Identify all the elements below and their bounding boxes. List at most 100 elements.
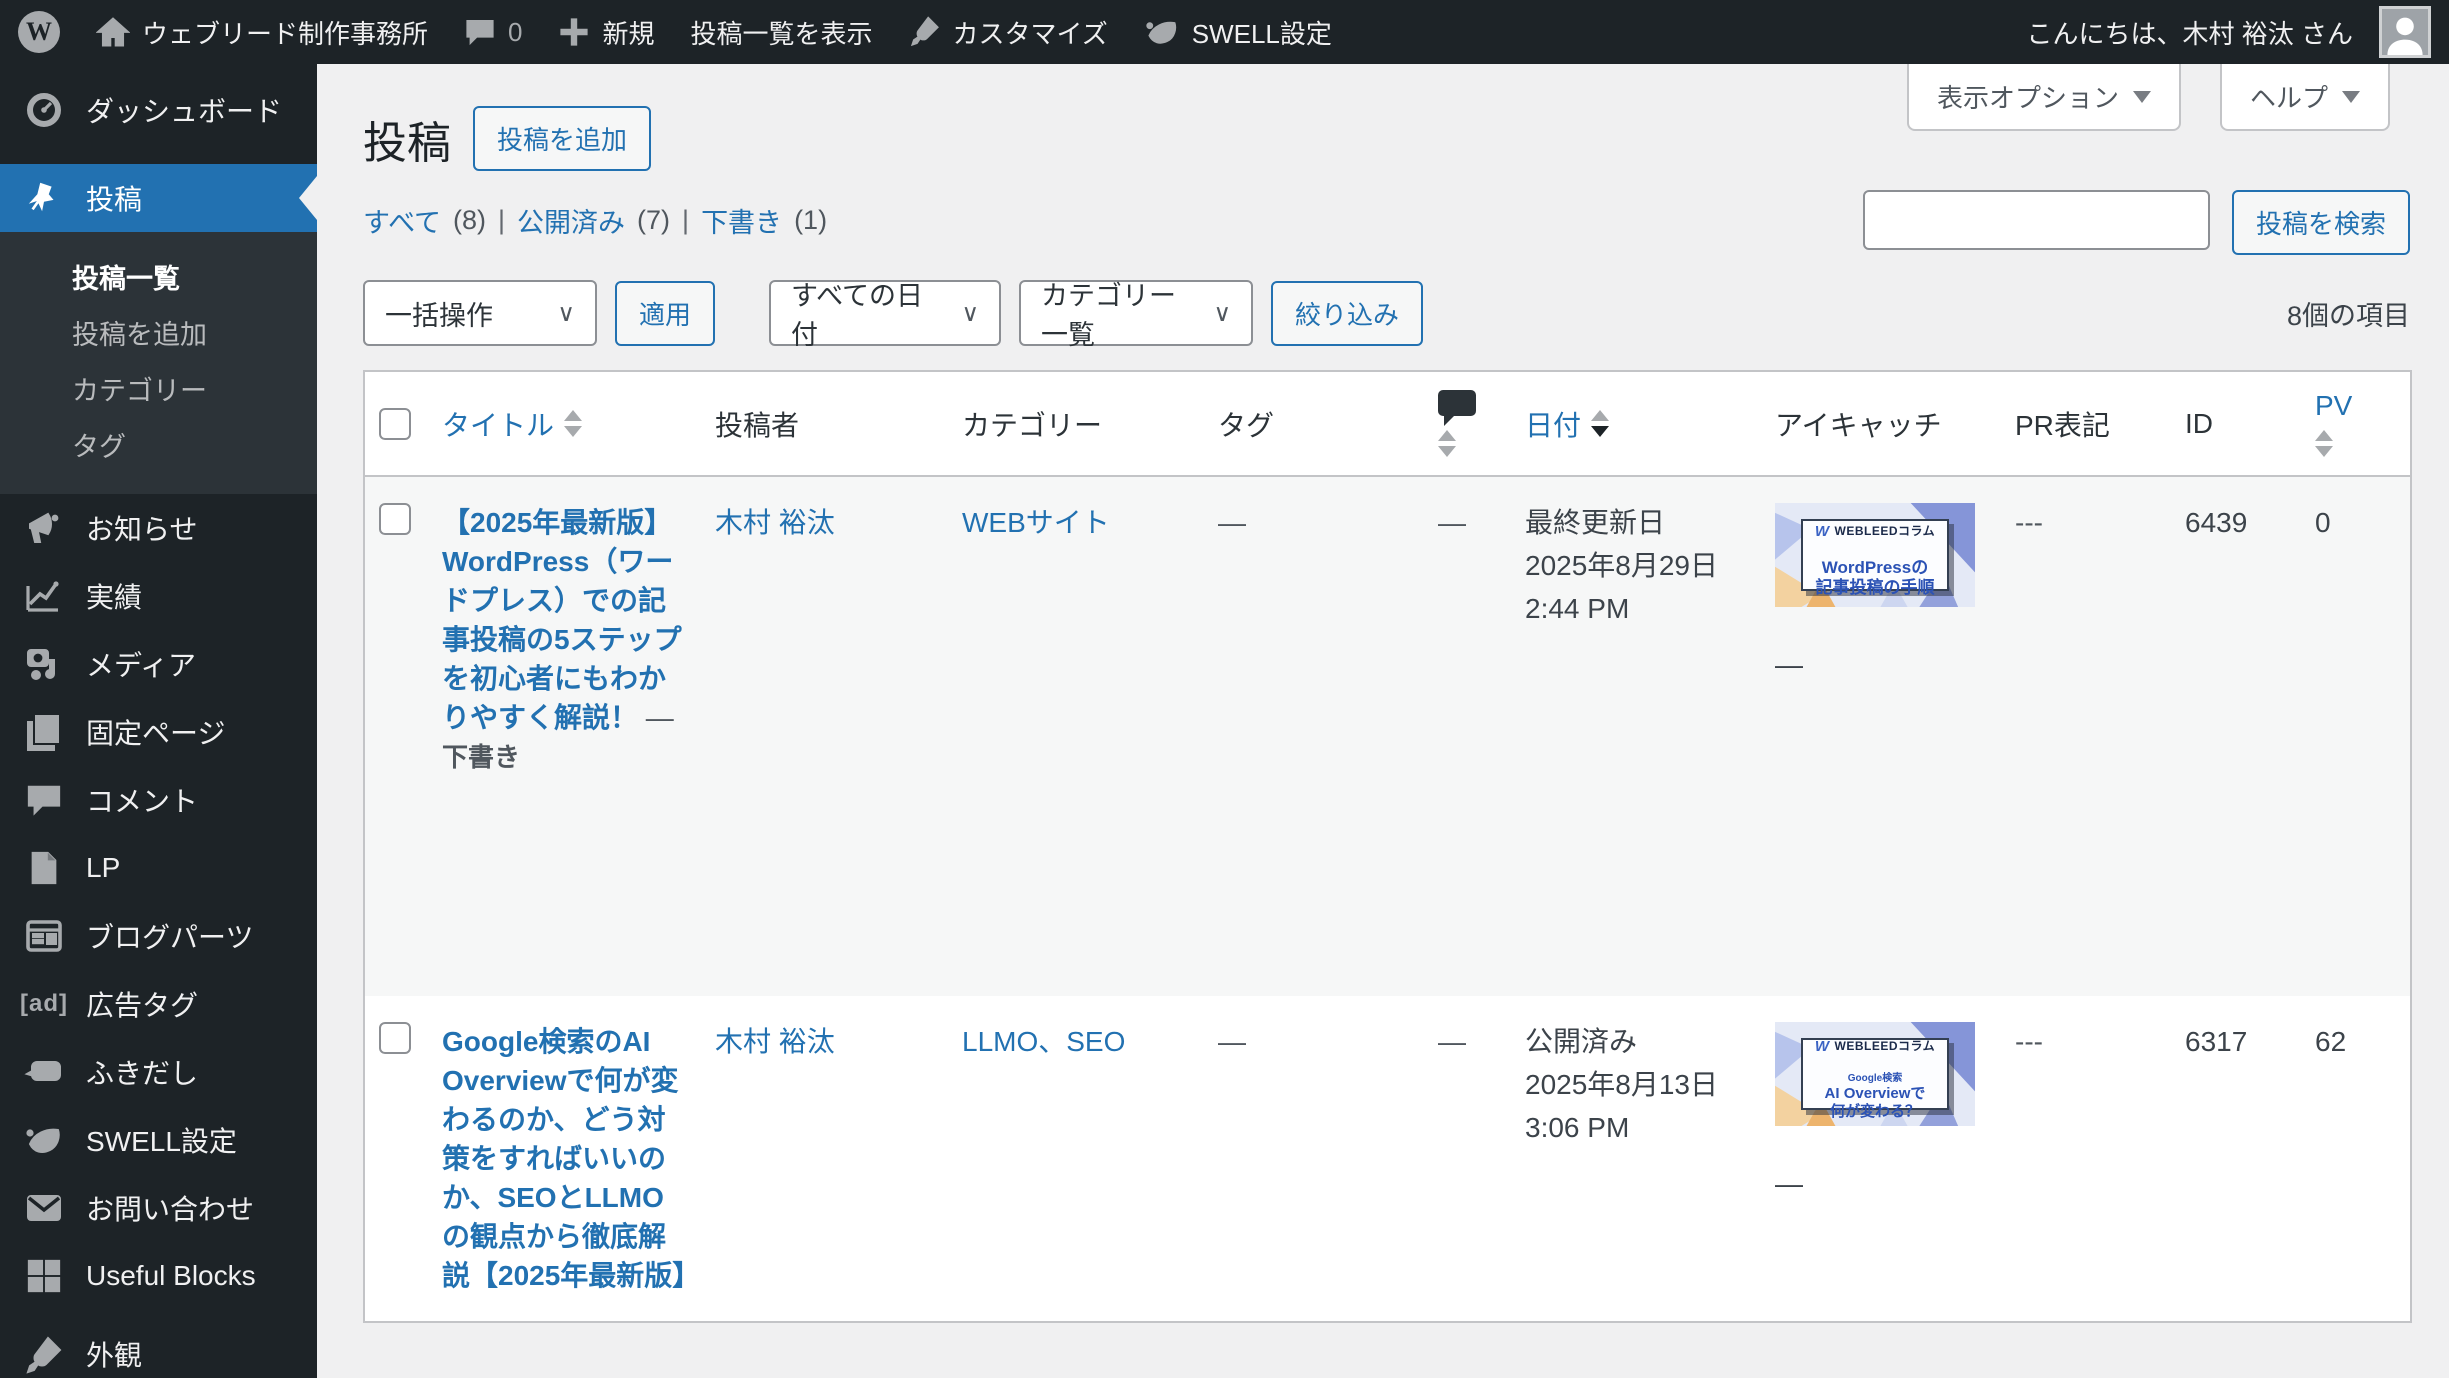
- sidebar-item-comments[interactable]: コメント: [0, 766, 317, 834]
- avatar: [2379, 6, 2431, 58]
- sidebar-item-label: 広告タグ: [86, 990, 199, 1021]
- sidebar-item-label: お知らせ: [86, 514, 198, 545]
- date-filter-select[interactable]: すべての日付 ∨: [769, 280, 1002, 350]
- site-name-menu[interactable]: ウェブリード制作事務所: [78, 0, 446, 64]
- my-account-menu[interactable]: こんにちは、木村 裕汰 さん: [2009, 0, 2449, 64]
- sort-by-title[interactable]: タイトル: [442, 404, 687, 444]
- sort-by-date[interactable]: 日付: [1525, 404, 1747, 444]
- view-all-link[interactable]: すべて: [363, 201, 441, 240]
- sidebar-item-label: 外観: [86, 1340, 143, 1371]
- pages-icon: [22, 712, 66, 752]
- wordpress-logo-menu[interactable]: W: [0, 0, 78, 64]
- author-column-header: 投稿者: [701, 371, 948, 477]
- apply-button[interactable]: 適用: [615, 280, 716, 346]
- sidebar-item-speech-bubble[interactable]: ふきだし: [0, 1038, 317, 1106]
- category-link[interactable]: WEBサイト: [962, 507, 1110, 538]
- tags-empty: —: [1218, 1026, 1246, 1057]
- comments-column-icon: [1438, 390, 1476, 426]
- admin-bar: W ウェブリード制作事務所 0 新規 投稿一覧を表示 カスタマイズ SWELL設…: [0, 0, 2449, 64]
- row-checkbox[interactable]: [379, 1022, 411, 1054]
- sort-by-comments[interactable]: [1438, 390, 1497, 457]
- sidebar-item-dashboard[interactable]: ダッシュボード: [0, 76, 317, 144]
- submenu-item-add-post[interactable]: 投稿を追加: [0, 304, 317, 360]
- submenu-item-categories[interactable]: カテゴリー: [0, 360, 317, 416]
- sidebar-item-posts[interactable]: 投稿: [0, 164, 317, 232]
- screen-options-button[interactable]: 表示オプション: [1906, 64, 2181, 131]
- category-link[interactable]: LLMO、SEO: [962, 1026, 1125, 1057]
- author-link[interactable]: 木村 裕汰: [715, 507, 835, 538]
- sidebar-item-results[interactable]: 実績: [0, 562, 317, 630]
- submenu-label: タグ: [72, 431, 126, 462]
- submenu-item-all-posts[interactable]: 投稿一覧: [0, 248, 317, 304]
- view-posts-menu[interactable]: 投稿一覧を表示: [673, 0, 891, 64]
- view-posts-label: 投稿一覧を表示: [690, 18, 873, 49]
- swell-icon: [1146, 21, 1176, 44]
- category-filter-select[interactable]: カテゴリー一覧 ∨: [1019, 280, 1254, 350]
- customize-menu[interactable]: カスタマイズ: [891, 0, 1126, 64]
- webleed-logo-icon: W: [1814, 1038, 1830, 1055]
- envelope-icon: [22, 1188, 66, 1228]
- pv-column-header: PV: [2315, 390, 2353, 421]
- swell-icon: [22, 1120, 66, 1160]
- featured-image-thumbnail[interactable]: W WEBLEEDコラム Google検索 AI Overviewで 何が変わる？: [1775, 1022, 1975, 1126]
- search-posts-button[interactable]: 投稿を検索: [2231, 190, 2410, 255]
- sidebar-item-appearance[interactable]: 外観: [0, 1320, 317, 1378]
- state-separator: —: [645, 702, 674, 733]
- thumb-brand-text: WEBLEEDコラム: [1834, 1039, 1936, 1053]
- person-icon: [2387, 17, 2423, 55]
- filter-button[interactable]: 絞り込み: [1271, 280, 1424, 346]
- post-title-link[interactable]: Google検索のAI Overviewで何が変わるのか、どう対策をすればいいの…: [442, 1026, 700, 1291]
- below-thumb-empty: —: [1775, 1168, 1803, 1199]
- select-all-checkbox[interactable]: [379, 407, 411, 440]
- megaphone-icon: [22, 508, 66, 548]
- sidebar-item-useful-blocks[interactable]: Useful Blocks: [0, 1242, 317, 1310]
- new-content-menu[interactable]: 新規: [540, 0, 672, 64]
- comment-icon: [22, 781, 66, 819]
- row-checkbox[interactable]: [379, 503, 411, 535]
- menu-separator: [0, 1310, 317, 1320]
- sidebar-item-label: 投稿: [86, 184, 143, 215]
- bulk-actions-select[interactable]: 一括操作 ∨: [363, 280, 597, 346]
- screen-options-label: 表示オプション: [1936, 83, 2119, 113]
- table-header-row: タイトル 投稿者 カテゴリー タグ 日付 アイキャッチ PR表記 ID PV: [364, 371, 2411, 477]
- blocks-icon: [22, 1257, 66, 1295]
- thumb-brand-text: WEBLEEDコラム: [1834, 524, 1936, 538]
- admin-sidebar: ダッシュボード 投稿 投稿一覧 投稿を追加 カテゴリー タグ お知らせ 実績 メ…: [0, 64, 317, 1378]
- sidebar-item-label: お問い合わせ: [86, 1194, 255, 1225]
- featured-image-thumbnail[interactable]: W WEBLEEDコラム WordPressの 記事投稿の手順: [1775, 503, 1975, 607]
- sidebar-item-label: ふきだし: [86, 1058, 199, 1089]
- sort-by-pv[interactable]: PV: [2315, 390, 2396, 457]
- sidebar-item-media[interactable]: メディア: [0, 630, 317, 698]
- webleed-logo-icon: W: [1814, 523, 1830, 540]
- list-table-controls: 一括操作 ∨ 適用 すべての日付 ∨ カテゴリー一覧 ∨ 絞り込み 8個の項目: [363, 280, 2410, 350]
- sidebar-item-contact[interactable]: お問い合わせ: [0, 1174, 317, 1242]
- comments-menu[interactable]: 0: [446, 0, 540, 64]
- pv-count: 0: [2315, 507, 2331, 538]
- pr-value: ---: [2015, 1026, 2043, 1057]
- submenu-item-tags[interactable]: タグ: [0, 416, 317, 472]
- thumb-headline: AI Overviewで: [1824, 1085, 1926, 1102]
- sidebar-item-ad-tags[interactable]: [ad] 広告タグ: [0, 970, 317, 1038]
- chevron-down-icon: ∨: [557, 299, 575, 327]
- sidebar-item-swell-settings[interactable]: SWELL設定: [0, 1106, 317, 1174]
- sidebar-item-lp[interactable]: LP: [0, 834, 317, 902]
- swell-settings-menu[interactable]: SWELL設定: [1126, 0, 1350, 64]
- comments-count: 0: [508, 16, 523, 47]
- author-link[interactable]: 木村 裕汰: [715, 1026, 835, 1057]
- view-published-link[interactable]: 公開済み: [517, 201, 625, 240]
- sidebar-item-blog-parts[interactable]: ブログパーツ: [0, 902, 317, 970]
- speech-bubble-icon: [22, 1052, 66, 1092]
- ad-tag-icon: [ad]: [20, 990, 67, 1018]
- add-post-button[interactable]: 投稿を追加: [473, 106, 652, 171]
- post-title-link[interactable]: 【2025年最新版】WordPress（ワードプレス）での記事投稿の5ステップを…: [442, 507, 682, 733]
- sidebar-item-news[interactable]: お知らせ: [0, 494, 317, 562]
- sidebar-item-pages[interactable]: 固定ページ: [0, 698, 317, 766]
- chevron-down-icon: ∨: [1213, 299, 1232, 327]
- help-button[interactable]: ヘルプ: [2219, 64, 2390, 131]
- view-draft-link[interactable]: 下書き: [701, 201, 782, 240]
- sort-arrows: [1591, 410, 1610, 437]
- sidebar-item-label: メディア: [86, 650, 197, 681]
- sidebar-item-label: コメント: [86, 786, 199, 817]
- search-input[interactable]: [1862, 190, 2210, 250]
- views-separator: |: [498, 205, 506, 235]
